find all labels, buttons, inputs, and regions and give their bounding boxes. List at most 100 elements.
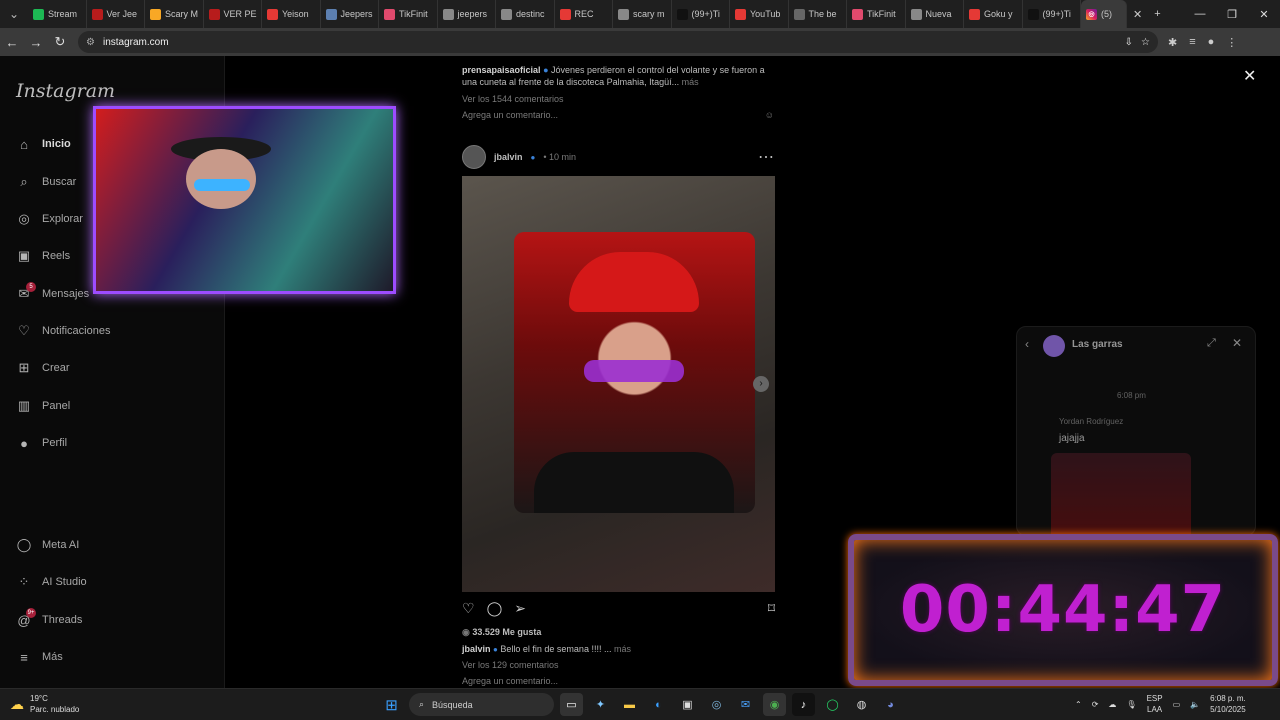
reload-button[interactable]: ↻ [48, 34, 72, 50]
tab-8[interactable]: destinc [496, 0, 555, 28]
new-tab-button[interactable]: + [1148, 8, 1166, 20]
more-link[interactable]: más [682, 77, 699, 87]
sidebar-item-mensajes[interactable]: ✉ 5 Mensajes [16, 282, 89, 302]
store-icon[interactable]: ▣ [676, 693, 699, 716]
sidebar-item-explorar[interactable]: ◎ Explorar [16, 211, 83, 227]
emoji-icon[interactable]: ☺ [765, 110, 774, 120]
next-slide-button[interactable]: › [753, 376, 769, 392]
sidebar-item-inicio[interactable]: ⌂ Inicio [16, 136, 71, 152]
edge-icon[interactable]: ◐ [647, 693, 670, 716]
expand-icon[interactable]: ⤢ [1207, 337, 1216, 350]
chrome-icon[interactable]: ◉ [763, 693, 786, 716]
sidebar-item-crear[interactable]: ⊞ Crear [16, 360, 70, 376]
windows-start-icon[interactable]: ⊞ [380, 693, 403, 716]
sidebar-item-panel[interactable]: ▥ Panel [16, 398, 70, 414]
sidebar-item-más[interactable]: ≡ Más [16, 649, 63, 665]
save-icon[interactable]: ⌑ [768, 600, 775, 617]
clock[interactable]: 6:08 p. m. 5/10/2025 [1210, 693, 1246, 715]
tab-3[interactable]: VER PE [204, 0, 262, 28]
whatsapp-icon[interactable]: ◯ [821, 693, 844, 716]
profile-avatar-icon[interactable]: ● [1208, 36, 1215, 49]
prev-post-comment-input[interactable]: Agrega un comentario... ☺ [462, 110, 774, 120]
favicon-icon [1027, 8, 1039, 20]
post-comment-input[interactable]: Agrega un comentario... [462, 676, 558, 686]
close-window-button[interactable]: ✕ [1248, 8, 1280, 21]
address-bar[interactable]: ⚙ instagram.com ⇩ ☆ [78, 31, 1158, 53]
tab-active[interactable]: ◎ (5) [1081, 0, 1127, 28]
prev-post-comments-link[interactable]: Ver los 1544 comentarios [462, 94, 564, 104]
close-post-icon[interactable]: ✕ [1243, 66, 1256, 86]
tab-5[interactable]: Jeepers [321, 0, 379, 28]
extensions-icon[interactable]: ✱ [1168, 36, 1177, 49]
more-link[interactable]: más [614, 644, 631, 654]
chat-image[interactable] [1051, 453, 1191, 543]
task-view-icon[interactable]: ▭ [560, 693, 583, 716]
back-button[interactable]: ← [0, 35, 24, 50]
reading-list-icon[interactable]: ≡ [1189, 36, 1195, 49]
post-comments-link[interactable]: Ver los 129 comentarios [462, 660, 559, 670]
tab-0[interactable]: Stream [28, 0, 87, 28]
steam-icon[interactable]: ◎ [705, 693, 728, 716]
copilot-icon[interactable]: ✦ [589, 693, 612, 716]
tab-14[interactable]: TikFinit [847, 0, 906, 28]
bookmark-star-icon[interactable]: ☆ [1141, 37, 1150, 48]
tab-1[interactable]: Ver Jee [87, 0, 145, 28]
obs-icon[interactable]: ◍ [850, 693, 873, 716]
tab-search-button[interactable]: ⌄ [0, 0, 28, 28]
close-tab-icon[interactable]: ✕ [1127, 8, 1148, 21]
tab-6[interactable]: TikFinit [379, 0, 438, 28]
post-username[interactable]: jbalvin [494, 151, 523, 163]
tab-2[interactable]: Scary M [145, 0, 204, 28]
likes-count[interactable]: ◉ 33.529 Me gusta [462, 626, 541, 638]
file-explorer-icon[interactable]: ▬ [618, 693, 641, 716]
tab-15[interactable]: Nueva [906, 0, 964, 28]
sidebar-item-perfil[interactable]: ● Perfil [16, 435, 67, 451]
install-app-icon[interactable]: ⇩ [1125, 37, 1133, 48]
like-icon[interactable]: ♡ [462, 600, 475, 617]
chrome-menu-icon[interactable]: ⋮ [1226, 36, 1237, 49]
chevron-up-icon[interactable]: ⌃ [1075, 700, 1082, 709]
network-icon[interactable]: ▭ [1173, 700, 1181, 709]
sidebar-item-meta-ai[interactable]: ◯ Meta AI [16, 537, 80, 553]
forward-button[interactable]: → [24, 35, 48, 50]
sync-icon[interactable]: ⟳ [1092, 700, 1099, 709]
sidebar-item-notificaciones[interactable]: ♡ Notificaciones [16, 323, 110, 339]
tab-9[interactable]: REC [555, 0, 613, 28]
tiktok-icon[interactable]: ♪ [792, 693, 815, 716]
close-icon[interactable]: ✕ [1232, 336, 1242, 350]
taskbar-search[interactable]: ⌕ Búsqueda [409, 693, 554, 716]
tab-12[interactable]: YouTub [730, 0, 789, 28]
cloud-icon[interactable]: ☁ [1108, 700, 1116, 709]
tab-13[interactable]: The be [789, 0, 847, 28]
language-indicator[interactable]: ESP LAA [1147, 693, 1163, 715]
maximize-button[interactable]: ❐ [1216, 8, 1248, 21]
mail-icon[interactable]: ✉ [734, 693, 757, 716]
site-info-icon[interactable]: ⚙ [86, 37, 95, 48]
tab-11[interactable]: (99+)Ti [672, 0, 730, 28]
instagram-logo[interactable]: Instagram [16, 80, 115, 102]
weather-widget[interactable]: ☁ 19°C Parc. nublado [10, 693, 79, 715]
tab-17[interactable]: (99+)Ti [1023, 0, 1081, 28]
tab-7[interactable]: jeepers [438, 0, 496, 28]
tab-10[interactable]: scary m [613, 0, 672, 28]
tab-16[interactable]: Goku y [964, 0, 1023, 28]
back-icon[interactable]: ‹ [1025, 337, 1029, 351]
prev-post-username[interactable]: prensapaisaoficial [462, 65, 541, 75]
discord-icon[interactable]: ◕ [879, 693, 902, 716]
minimize-button[interactable]: — [1184, 8, 1216, 21]
avatar[interactable] [462, 145, 486, 169]
post-image[interactable]: › [462, 176, 775, 592]
mic-icon[interactable]: 🎙 [1126, 700, 1136, 709]
sidebar-item-ai-studio[interactable]: ⁘ AI Studio [16, 574, 87, 590]
sidebar-item-threads[interactable]: @9+ Threads [16, 608, 82, 628]
comment-icon[interactable]: ◯ [487, 600, 503, 617]
group-avatar[interactable] [1043, 335, 1065, 357]
share-icon[interactable]: ➢ [514, 600, 526, 617]
sidebar-item-buscar[interactable]: ⌕ Buscar [16, 174, 76, 190]
ai-studio-icon: ⁘ [18, 574, 30, 589]
tab-4[interactable]: Yeison [262, 0, 321, 28]
timer-text: 00:44:47 [899, 573, 1227, 647]
more-options-icon[interactable]: ⋯ [758, 147, 774, 167]
volume-icon[interactable]: 🔈 [1190, 700, 1200, 709]
sidebar-item-reels[interactable]: ▣ Reels [16, 248, 70, 264]
